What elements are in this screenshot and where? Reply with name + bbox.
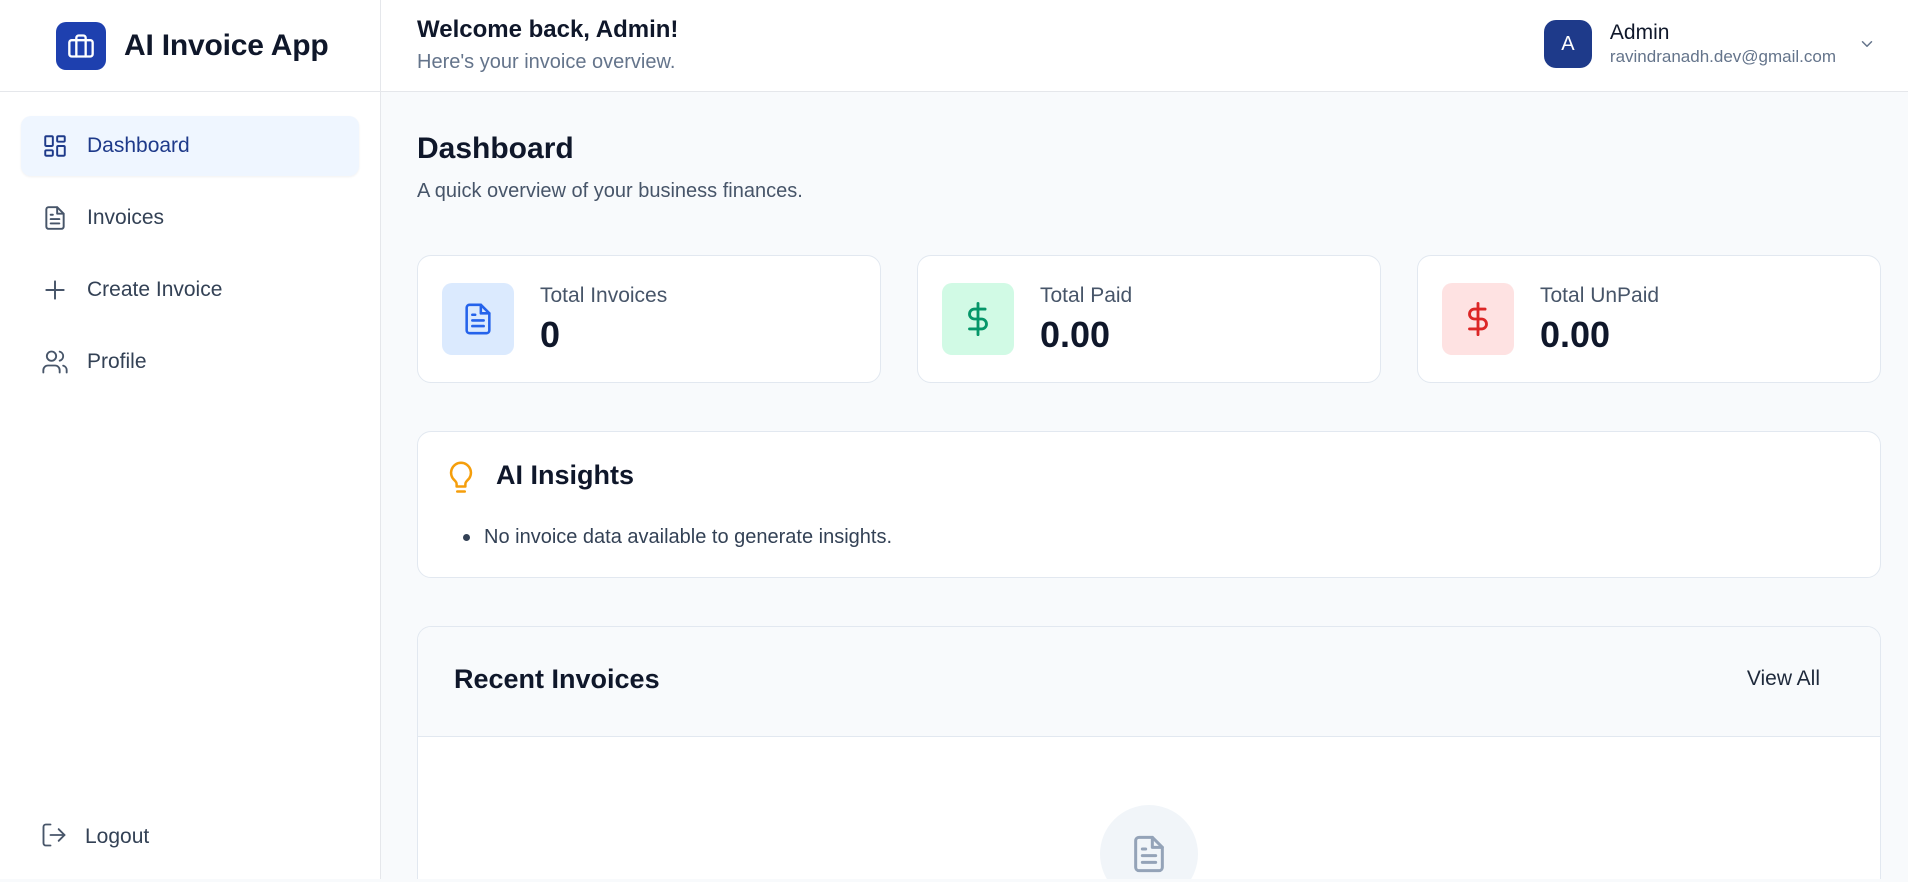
logout-icon (40, 821, 68, 854)
document-icon (40, 203, 70, 233)
sidebar-item-profile[interactable]: Profile (21, 332, 359, 392)
stat-value: 0.00 (1540, 314, 1611, 355)
briefcase-icon (56, 21, 106, 70)
user-menu[interactable]: A Admin ravindranadh.dev@gmail.com (1543, 20, 1878, 68)
stat-card-total-unpaid: Total UnPaid 0.00 (1417, 255, 1881, 383)
dollar-icon (942, 283, 1014, 355)
dollar-icon (1442, 283, 1514, 355)
recent-invoices-title: Recent Invoices (454, 664, 660, 694)
top-header: Welcome back, Admin! Here's your invoice… (381, 0, 1908, 92)
users-icon (40, 347, 70, 377)
main-content: Dashboard A quick overview of your busin… (381, 92, 1908, 879)
chevron-down-icon[interactable] (1856, 33, 1878, 55)
document-icon (1100, 805, 1198, 879)
lightbulb-icon (446, 460, 476, 498)
ai-insights-title: AI Insights (496, 460, 635, 490)
welcome-subtitle: Here's your invoice overview. (417, 51, 676, 73)
recent-invoices-card: Recent Invoices View All (417, 626, 1881, 879)
logout-label: Logout (85, 825, 150, 848)
user-info: Admin ravindranadh.dev@gmail.com (1610, 21, 1836, 67)
brand-title: AI Invoice App (124, 28, 329, 62)
view-all-link[interactable]: View All (1747, 667, 1820, 691)
insight-text: No invoice data available to generate in… (484, 526, 893, 548)
sidebar-item-label: Invoices (87, 206, 165, 229)
logout-button[interactable]: Logout (21, 807, 360, 867)
sidebar-item-dashboard[interactable]: Dashboard (21, 116, 359, 176)
plus-icon (40, 275, 70, 305)
list-item: No invoice data available to generate in… (463, 526, 892, 549)
stat-value: 0 (540, 314, 561, 355)
document-icon (442, 283, 514, 355)
sidebar-item-label: Profile (87, 350, 147, 373)
user-email: ravindranadh.dev@gmail.com (1609, 47, 1836, 66)
brand[interactable]: AI Invoice App (0, 0, 380, 92)
page-title: Dashboard (417, 132, 574, 165)
sidebar-item-create-invoice[interactable]: Create Invoice (21, 260, 359, 320)
stat-value: 0.00 (1040, 314, 1111, 355)
sidebar-item-label: Dashboard (87, 134, 190, 157)
welcome-title: Welcome back, Admin! (417, 16, 679, 43)
sidebar-nav: Dashboard Invoices Create Invoice Profil… (0, 92, 380, 392)
avatar[interactable]: A (1543, 20, 1592, 68)
bullet-dot (463, 534, 470, 541)
stat-label: Total Paid (1040, 284, 1133, 307)
stat-label: Total UnPaid (1540, 284, 1660, 307)
sidebar: AI Invoice App Dashboard Invoices Create… (0, 0, 381, 879)
dashboard-icon (40, 131, 70, 161)
sidebar-item-invoices[interactable]: Invoices (21, 188, 359, 248)
user-name: Admin (1609, 21, 1670, 44)
recent-invoices-header: Recent Invoices View All (418, 627, 1880, 737)
ai-insights-card: AI Insights No invoice data available to… (417, 431, 1881, 578)
stat-card-total-paid: Total Paid 0.00 (917, 255, 1381, 383)
stat-label: Total Invoices (540, 284, 668, 307)
stat-card-total-invoices: Total Invoices 0 (417, 255, 881, 383)
sidebar-item-label: Create Invoice (87, 278, 223, 301)
page-subtitle: A quick overview of your business financ… (417, 180, 803, 202)
